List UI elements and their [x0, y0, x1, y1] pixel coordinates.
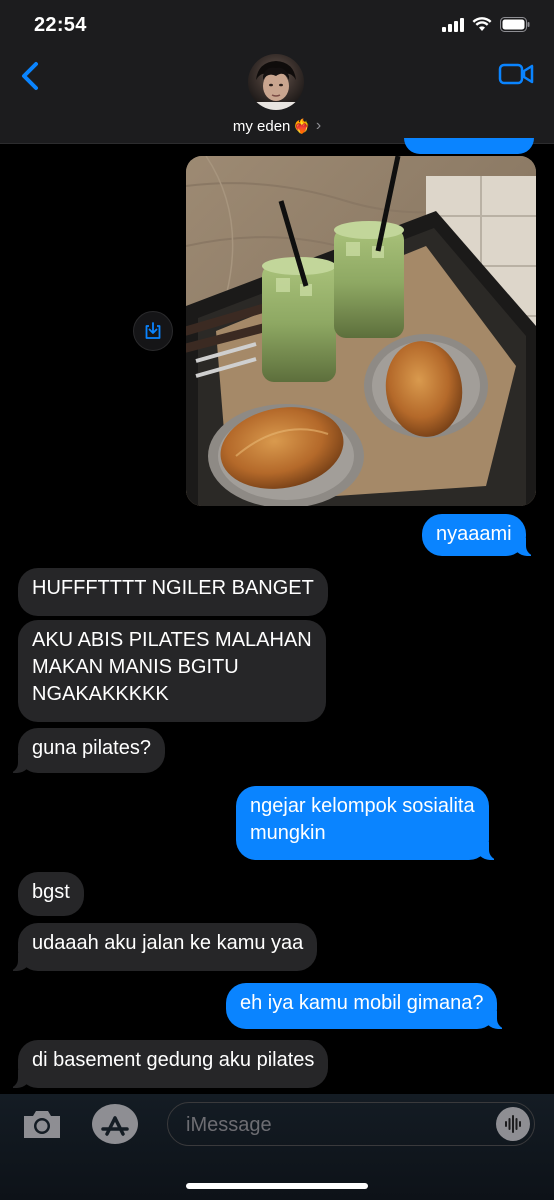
message-bubble-incoming[interactable]: bgst — [18, 872, 84, 916]
camera-icon[interactable] — [20, 1106, 64, 1142]
app-store-icon[interactable] — [90, 1102, 140, 1146]
audio-message-button[interactable] — [496, 1107, 530, 1141]
contact-name: my eden — [232, 117, 291, 135]
contact-name-row[interactable]: my eden ❤️‍🔥 › — [0, 117, 554, 135]
chevron-right-icon: › — [315, 117, 322, 134]
back-chevron-icon[interactable] — [16, 56, 46, 96]
home-indicator[interactable] — [186, 1183, 368, 1189]
message-bubble-outgoing[interactable]: eh iya kamu mobil gimana? — [226, 983, 510, 1029]
contact-avatar[interactable] — [248, 54, 304, 110]
message-bubble-incoming[interactable]: guna pilates? — [6, 728, 165, 773]
conversation-header: 22:54 my — [0, 0, 554, 144]
video-call-icon[interactable] — [498, 60, 534, 88]
heart-on-fire-icon: ❤️‍🔥 — [293, 117, 311, 134]
save-photo-button[interactable] — [133, 311, 173, 351]
message-bubble-outgoing[interactable]: nyaaami — [422, 514, 538, 556]
battery-icon — [500, 17, 530, 32]
message-bubble-outgoing[interactable]: ngejar kelompok sosialita mungkin — [236, 786, 501, 860]
message-input-container[interactable] — [167, 1102, 535, 1147]
photo-message[interactable] — [186, 156, 536, 506]
download-icon — [145, 322, 161, 339]
previous-message-bubble — [404, 138, 534, 154]
food-photo — [186, 156, 536, 506]
message-bubble-incoming[interactable]: udaaah aku jalan ke kamu yaa — [5, 923, 318, 971]
message-input[interactable] — [184, 1103, 488, 1147]
avatar-photo — [248, 61, 304, 110]
message-bubble-incoming[interactable]: di basement gedung aku pilates — [5, 1040, 329, 1088]
message-bubble-incoming[interactable]: AKU ABIS PILATES MALAHAN MAKAN MANIS BGI… — [18, 620, 326, 722]
signal-icon — [442, 17, 464, 32]
status-icons — [442, 17, 530, 32]
status-time: 22:54 — [34, 14, 87, 36]
wifi-icon — [472, 17, 492, 31]
waveform-icon — [505, 1115, 521, 1133]
message-bubble-incoming[interactable]: HUFFFTTTT NGILER BANGET — [18, 568, 328, 616]
